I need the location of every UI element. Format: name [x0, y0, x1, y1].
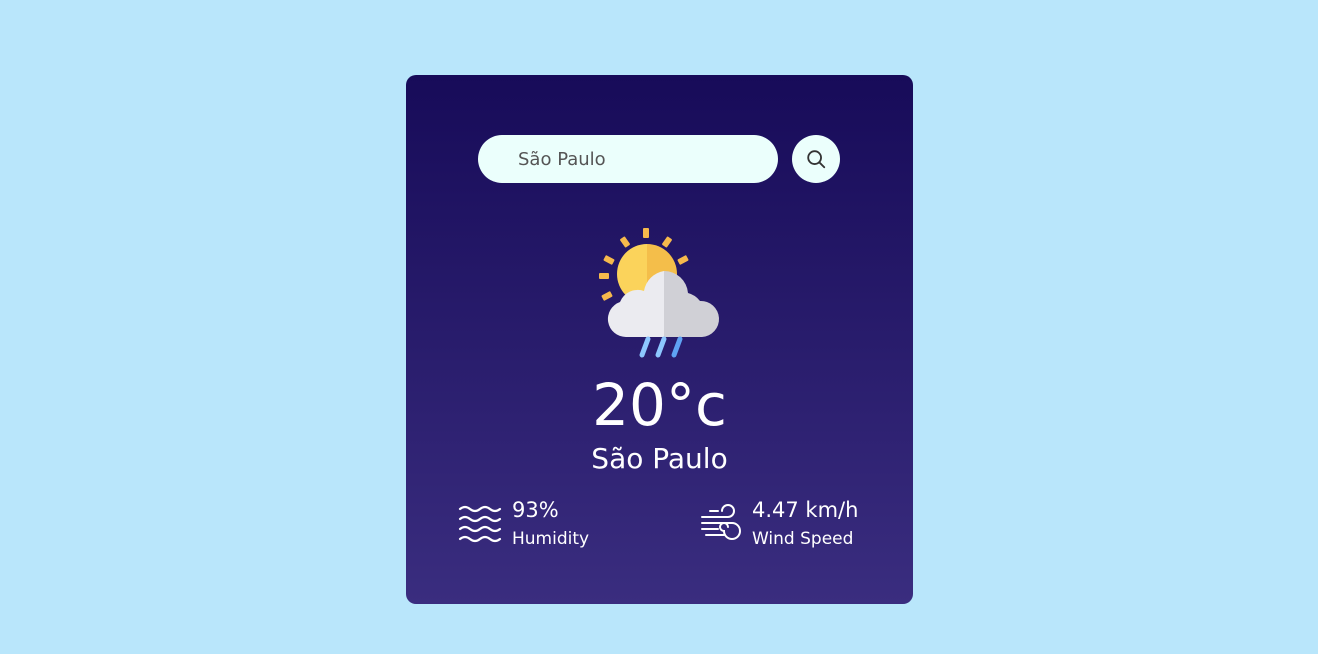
search-input[interactable] [478, 135, 778, 183]
temperature: 20°c [592, 371, 727, 439]
wind-speed-value: 4.47 km/h [752, 498, 859, 522]
wind-speed-label: Wind Speed [752, 529, 854, 549]
weather-card: 20°c São Paulo 93% Humidity [406, 75, 913, 604]
sun-cloud-rain-icon [599, 228, 720, 358]
city-name: São Paulo [591, 442, 728, 475]
search-button[interactable] [792, 135, 840, 183]
weather-details: 93% Humidity 4.47 km/h Wind Speed [458, 495, 868, 555]
humidity-label: Humidity [512, 529, 590, 549]
humidity-waves-icon [458, 505, 502, 543]
humidity-value: 93% [512, 498, 559, 522]
search-icon [807, 150, 826, 169]
wind-icon [701, 504, 741, 540]
search-bar [478, 135, 840, 183]
